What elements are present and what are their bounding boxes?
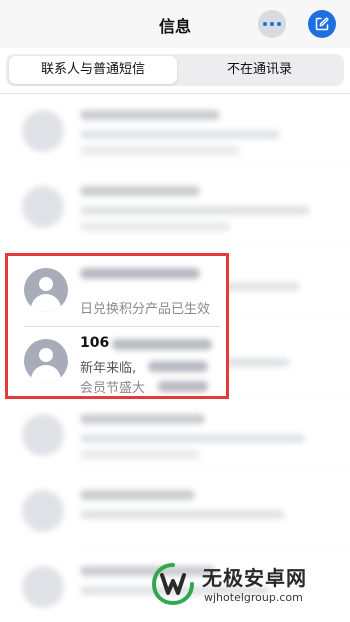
conversation-row[interactable]: 日兑换积分产品已生效: [8, 258, 226, 328]
contact-avatar-icon: [22, 110, 64, 152]
divider: [24, 326, 220, 327]
navigation-bar: 信息: [0, 0, 350, 48]
watermark-title: 无极安卓网: [202, 566, 307, 590]
contact-avatar-icon: [24, 268, 68, 312]
list-item[interactable]: [0, 400, 350, 470]
filter-segmented-control: 联系人与普通短信 不在通讯录: [6, 54, 344, 86]
contact-avatar-icon: [22, 566, 64, 608]
compose-icon: [315, 17, 329, 31]
list-item[interactable]: [0, 172, 350, 242]
page-title: 信息: [158, 17, 191, 36]
compose-button[interactable]: [308, 10, 336, 38]
watermark-logo-icon: [151, 563, 194, 606]
message-preview: 新年来临,: [80, 361, 137, 376]
watermark-url: wjhotelgroup.com: [204, 591, 303, 604]
list-item[interactable]: [0, 96, 350, 166]
sender-name: 106: [80, 335, 110, 351]
contact-avatar-icon: [24, 339, 68, 383]
message-preview: 会员节盛大: [80, 381, 146, 396]
more-options-button[interactable]: [258, 10, 286, 38]
divider: [0, 93, 350, 94]
blurred-sender: [112, 339, 212, 350]
contact-avatar-icon: [22, 186, 64, 228]
tab-not-in-contacts[interactable]: 不在通讯录: [178, 56, 341, 84]
more-icon: [263, 22, 267, 26]
highlighted-conversations-box: 日兑换积分产品已生效 106 新年来临, 会员节盛大: [5, 253, 229, 399]
blurred-sender: [80, 268, 200, 279]
tab-contacts-and-sms[interactable]: 联系人与普通短信: [9, 56, 177, 84]
site-watermark: 无极安卓网 wjhotelgroup.com: [150, 555, 350, 611]
message-preview: 日兑换积分产品已生效: [80, 302, 211, 317]
contact-avatar-icon: [22, 490, 64, 532]
list-item[interactable]: [0, 476, 350, 546]
conversation-row[interactable]: 106 新年来临, 会员节盛大: [8, 329, 226, 396]
contact-avatar-icon: [22, 414, 64, 456]
